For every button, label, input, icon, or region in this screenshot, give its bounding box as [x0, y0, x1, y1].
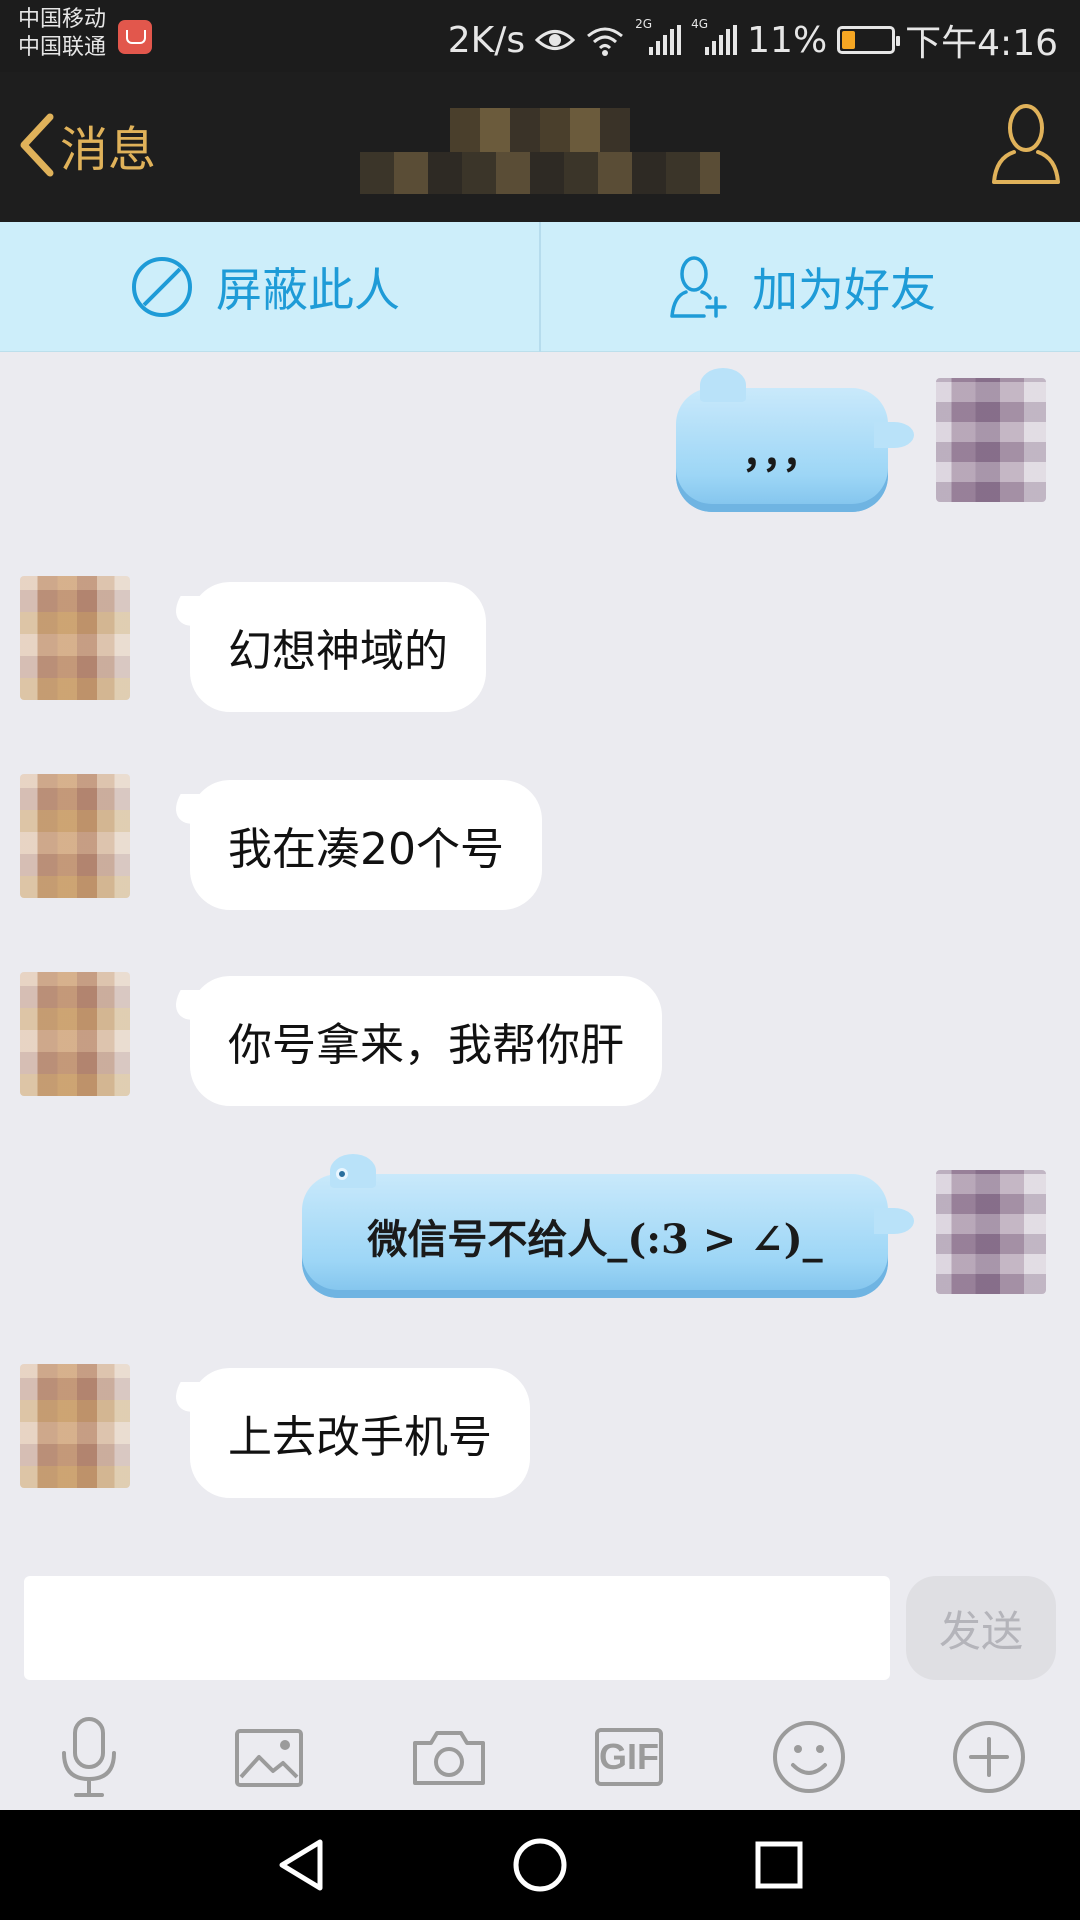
- back-button[interactable]: 消息: [14, 110, 156, 180]
- message-text: 上去改手机号: [228, 1412, 492, 1463]
- home-circle-icon[interactable]: [505, 1832, 575, 1898]
- block-user-button[interactable]: 屏蔽此人: [130, 222, 400, 352]
- plus-icon[interactable]: [944, 1712, 1034, 1802]
- emoji-icon[interactable]: [764, 1712, 854, 1802]
- microphone-icon[interactable]: [44, 1712, 134, 1802]
- block-user-label: 屏蔽此人: [216, 263, 400, 317]
- back-triangle-icon[interactable]: [266, 1832, 336, 1898]
- avatar-contact[interactable]: [20, 972, 130, 1096]
- avatar-self[interactable]: [936, 1170, 1046, 1294]
- message-bubble[interactable]: 上去改手机号: [190, 1368, 530, 1498]
- stranger-action-bar: 屏蔽此人 加为好友: [0, 222, 1080, 352]
- message-bubble[interactable]: ，，，: [676, 368, 914, 512]
- signal-1-icon: 2G: [635, 17, 682, 55]
- avatar-contact[interactable]: [20, 1364, 130, 1488]
- clock: 下午4:16: [905, 23, 1058, 64]
- avatar-contact[interactable]: [20, 576, 130, 700]
- camera-icon[interactable]: [404, 1712, 494, 1802]
- signal-2-type: 4G: [691, 17, 709, 31]
- battery-level-fill: [842, 31, 856, 49]
- gif-icon[interactable]: GIF: [584, 1712, 674, 1802]
- avatar-contact[interactable]: [20, 774, 130, 898]
- carrier-labels: 中国移动 中国联通: [18, 6, 106, 62]
- send-button[interactable]: 发送: [906, 1576, 1056, 1680]
- system-nav-bar: [0, 1810, 1080, 1920]
- carrier-1: 中国移动: [18, 7, 107, 32]
- contact-name-blurred: [360, 108, 720, 194]
- add-friend-label: 加为好友: [752, 263, 936, 317]
- message-text: 微信号不给人_(:3 > ∠)_: [367, 1216, 823, 1263]
- message-text: 我在凑20个号: [228, 824, 504, 875]
- message-text: ，，，: [742, 430, 822, 477]
- action-divider: [539, 222, 541, 352]
- status-indicators: 2K/s 2G 4G 11% 下午4:16: [448, 14, 1058, 66]
- message-text: 幻想神域的: [228, 626, 448, 677]
- net-speed: 2K/s: [447, 19, 526, 61]
- image-icon[interactable]: [224, 1712, 314, 1802]
- add-friend-icon: [670, 256, 727, 318]
- wifi-icon: [587, 27, 624, 56]
- add-friend-button[interactable]: 加为好友: [668, 222, 936, 352]
- message-bubble[interactable]: 你号拿来，我帮你肝: [190, 976, 662, 1106]
- battery-percent: 11%: [747, 19, 828, 61]
- message-input[interactable]: [24, 1576, 890, 1680]
- recents-square-icon[interactable]: [744, 1832, 814, 1898]
- input-bar: 发送: [0, 1560, 1080, 1690]
- input-toolbar: GIF: [0, 1690, 1080, 1810]
- eye-icon: [535, 30, 576, 50]
- message-bubble[interactable]: 我在凑20个号: [190, 780, 542, 910]
- avatar-self[interactable]: [936, 378, 1046, 502]
- title-bar: 消息: [0, 72, 1080, 222]
- notification-app-icon: [118, 20, 152, 54]
- message-bubble[interactable]: 微信号不给人_(:3 > ∠)_: [302, 1154, 914, 1298]
- carrier-2: 中国联通: [18, 35, 107, 60]
- back-label: 消息: [60, 122, 157, 178]
- chevron-left-icon: [20, 113, 54, 177]
- block-icon: [132, 257, 192, 317]
- signal-2-icon: 4G: [691, 17, 738, 55]
- battery-icon: [837, 26, 901, 54]
- message-text: 你号拿来，我帮你肝: [228, 1020, 624, 1071]
- person-outline-icon[interactable]: [990, 100, 1062, 186]
- message-bubble[interactable]: 幻想神域的: [190, 582, 486, 712]
- signal-1-type: 2G: [635, 17, 653, 31]
- status-bar: 中国移动 中国联通 2K/s 2G 4G 11% 下午4:16: [0, 0, 1080, 72]
